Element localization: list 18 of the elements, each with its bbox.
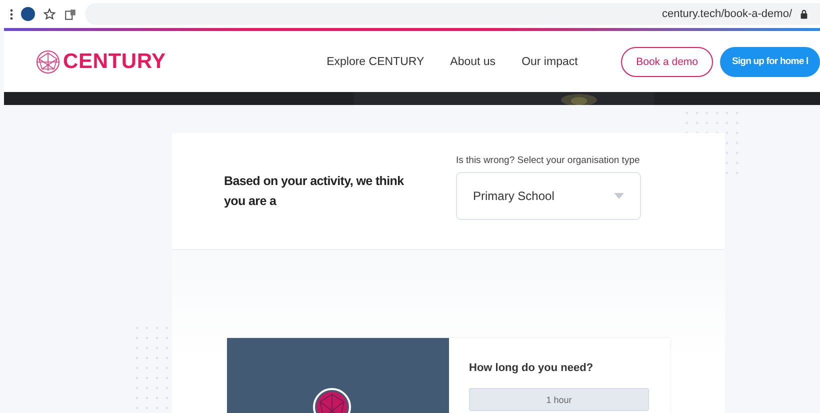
brand-name[interactable]: CENTURY xyxy=(63,50,166,74)
url-text[interactable]: century.tech/book-a-demo/ xyxy=(662,8,792,20)
booking-heading: How long do you need? xyxy=(469,362,594,374)
menu-icon[interactable] xyxy=(10,8,13,20)
duration-option[interactable]: 1 hour xyxy=(469,388,649,411)
organisation-heading: Based on your activity, we think you are a xyxy=(223,173,405,210)
logo-icon xyxy=(36,50,60,74)
extension-icon[interactable] xyxy=(64,8,77,20)
profile-avatar[interactable] xyxy=(21,7,35,21)
nav-link[interactable]: Explore CENTURY xyxy=(326,56,424,68)
star-icon[interactable] xyxy=(43,8,56,20)
organisation-select[interactable]: Primary School xyxy=(456,172,641,220)
select-label: Is this wrong? Select your organisation type xyxy=(456,154,641,166)
nav-link[interactable]: Our impact xyxy=(522,56,578,68)
book-demo-button[interactable]: Book a demo xyxy=(621,46,713,76)
lock-icon xyxy=(800,9,808,19)
caret-icon xyxy=(614,192,624,198)
nav-link[interactable]: About us xyxy=(450,56,496,68)
